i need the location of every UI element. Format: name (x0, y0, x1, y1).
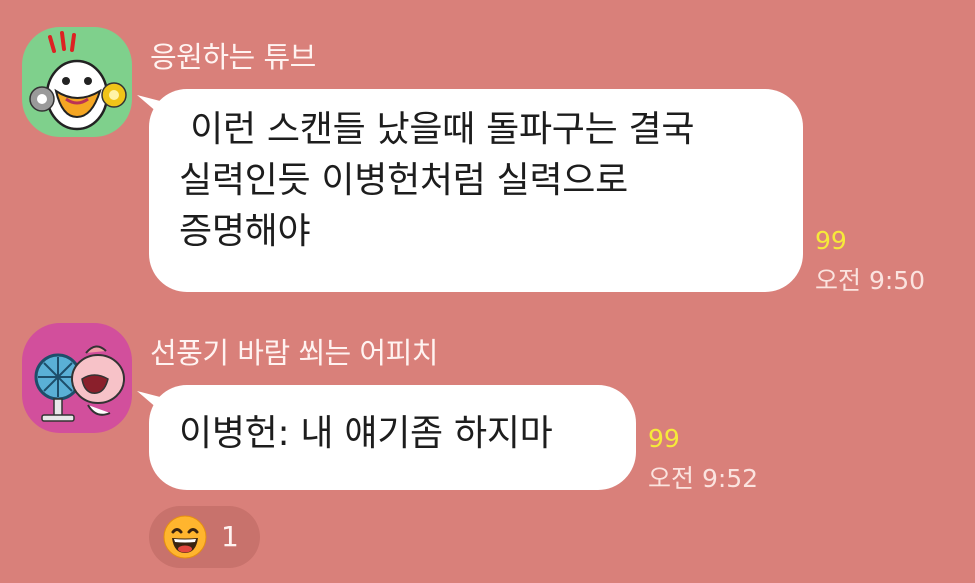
reaction-count: 1 (221, 520, 239, 553)
message-text: 이병헌: 내 얘기좀 하지마 (179, 413, 553, 454)
message-bubble[interactable]: 이런 스캔들 났을때 돌파구는 결국 실력인듯 이병헌처럼 실력으로 증명해야 (149, 89, 803, 292)
sender-name: 응원하는 튜브 (150, 40, 316, 74)
sender-avatar[interactable] (22, 323, 132, 433)
unread-count: 99 (648, 424, 680, 453)
message-text: 이런 스캔들 났을때 돌파구는 결국 실력인듯 이병헌처럼 실력으로 증명해야 (179, 109, 695, 252)
sender-avatar[interactable] (22, 27, 132, 137)
reaction-chip[interactable]: 1 (149, 506, 260, 568)
grinning-face-emoji-icon (163, 515, 207, 559)
tube-cheering-duck-icon (22, 27, 132, 137)
message-time: 오전 9:52 (648, 464, 759, 493)
sender-name: 선풍기 바람 쐬는 어피치 (150, 336, 438, 370)
message-time: 오전 9:50 (815, 266, 926, 295)
apeach-fan-icon (22, 323, 132, 433)
unread-count: 99 (815, 226, 847, 255)
message-bubble[interactable]: 이병헌: 내 얘기좀 하지마 (149, 385, 636, 490)
